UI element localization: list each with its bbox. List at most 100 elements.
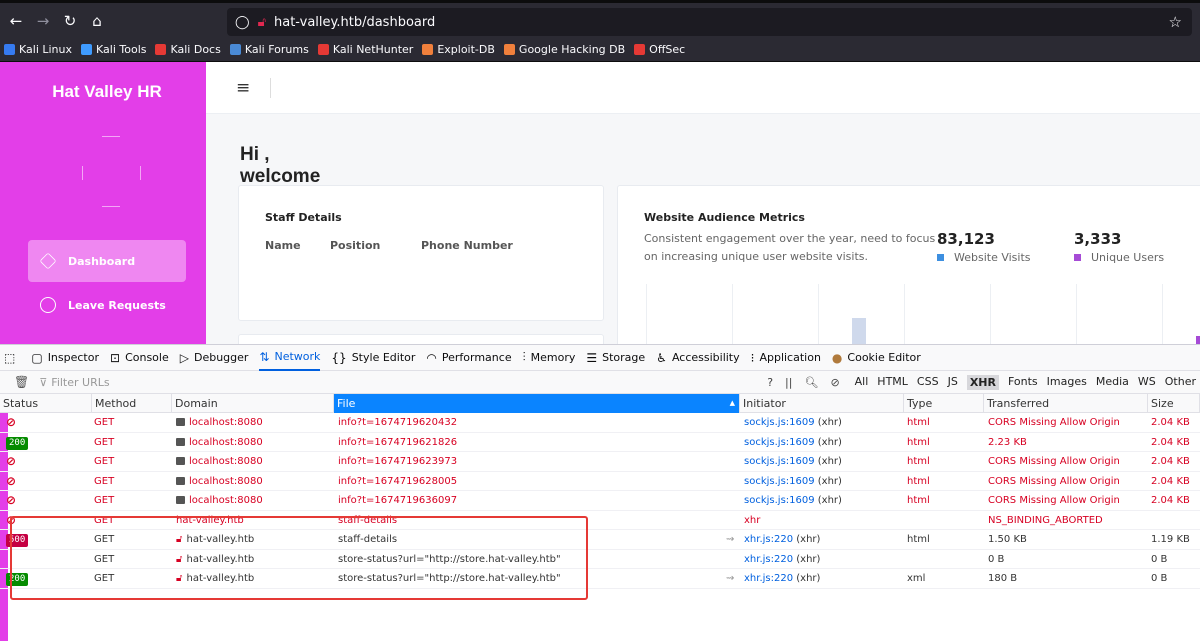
bookmark-star-icon[interactable]: ☆ bbox=[1169, 13, 1182, 31]
bookmark-item[interactable]: Kali Tools bbox=[81, 43, 146, 56]
tab-application[interactable]: ⁝ Application bbox=[751, 344, 821, 371]
blocked-icon: ⊘ bbox=[6, 415, 17, 429]
table-row[interactable]: ⊘ GET localhost:8080 info?t=1674719623973 so… bbox=[0, 452, 1200, 472]
tab-storage[interactable]: ☰ Storage bbox=[586, 344, 645, 371]
bookmark-item[interactable]: Kali Docs bbox=[155, 43, 221, 56]
element-picker-icon[interactable]: ⬚ bbox=[4, 344, 20, 371]
table-row[interactable]: ⊘ GET localhost:8080 info?t=1674719628005 so… bbox=[0, 472, 1200, 491]
cell-transferred: 1.50 KB bbox=[988, 530, 1146, 549]
type-text: html bbox=[907, 495, 930, 506]
shield-icon[interactable]: ◯ bbox=[235, 15, 250, 30]
bookmark-item[interactable]: OffSec bbox=[634, 43, 685, 56]
initiator-link[interactable]: xhr.js:220 bbox=[744, 573, 793, 584]
url-bar[interactable]: ◯ 🔓︎ hat-valley.htb/dashboard ☆ bbox=[227, 8, 1192, 36]
network-icon: ⇅ bbox=[259, 349, 270, 364]
filter-images[interactable]: Images bbox=[1047, 375, 1087, 390]
forward-arrow-icon[interactable]: → bbox=[32, 12, 54, 30]
chart-gridline bbox=[818, 284, 819, 344]
insecure-lock-icon[interactable]: 🔓︎ bbox=[258, 15, 266, 30]
pause-icon[interactable]: || bbox=[785, 376, 792, 389]
filter-urls-input[interactable]: Filter URLs bbox=[51, 376, 109, 389]
filter-ws[interactable]: WS bbox=[1138, 375, 1156, 390]
bookmark-favicon-icon bbox=[317, 44, 329, 55]
column-header-method[interactable]: Method bbox=[92, 394, 172, 413]
filter-fonts[interactable]: Fonts bbox=[1008, 375, 1038, 390]
tab-performance[interactable]: ◠ Performance bbox=[426, 344, 511, 371]
filter-html[interactable]: HTML bbox=[877, 375, 908, 390]
type-text: html bbox=[907, 475, 930, 487]
tab-label: Inspector bbox=[47, 351, 99, 364]
column-header-size[interactable]: Size bbox=[1148, 394, 1200, 413]
column-header-domain[interactable]: Domain bbox=[172, 394, 334, 413]
tab-inspector[interactable]: ▢ Inspector bbox=[31, 344, 99, 371]
chart-gridline bbox=[732, 284, 733, 344]
home-icon[interactable]: ⌂ bbox=[86, 12, 108, 30]
bookmark-item[interactable]: Exploit-DB bbox=[422, 43, 495, 56]
cell-method: GET bbox=[94, 452, 170, 471]
throttle-icon: ⇝ bbox=[726, 534, 735, 545]
table-row[interactable]: 200 GET localhost:8080 info?t=1674719621826… bbox=[0, 433, 1200, 452]
tab-cookie-editor[interactable]: ● Cookie Editor bbox=[832, 344, 921, 371]
table-row[interactable]: ⊘ GET localhost:8080 info?t=1674719636097 so… bbox=[0, 491, 1200, 511]
domain-text: localhost:8080 bbox=[189, 436, 263, 448]
column-header-transferred[interactable]: Transferred bbox=[984, 394, 1148, 413]
initiator-link[interactable]: sockjs.js:1609 bbox=[744, 495, 815, 506]
search-icon[interactable]: 🔍︎ bbox=[804, 376, 818, 389]
table-row[interactable]: ⊘ GET localhost:8080 info?t=1674719620432 so… bbox=[0, 413, 1200, 433]
unique-users-value: 3,333 bbox=[1074, 230, 1122, 248]
tab-accessibility[interactable]: ♿︎ Accessibility bbox=[656, 344, 739, 371]
bookmark-item[interactable]: Kali NetHunter bbox=[317, 43, 413, 56]
initiator-link[interactable]: sockjs.js:1609 bbox=[744, 476, 815, 487]
sidebar-item-dashboard[interactable]: Dashboard bbox=[28, 240, 186, 282]
url-text[interactable]: hat-valley.htb/dashboard bbox=[274, 15, 435, 30]
tab-network[interactable]: ⇅ Network bbox=[259, 344, 321, 371]
cell-type: html bbox=[907, 530, 983, 549]
column-header-file[interactable]: File ▲ bbox=[334, 394, 740, 413]
brand-title[interactable]: Hat Valley HR bbox=[8, 82, 206, 102]
cell-size: 0 B bbox=[1151, 550, 1199, 569]
column-header-status[interactable]: Status bbox=[0, 394, 92, 413]
tab-console[interactable]: ⊡ Console bbox=[110, 344, 169, 371]
status-badge: 200 bbox=[6, 436, 29, 450]
chart-bar bbox=[1196, 336, 1200, 344]
cell-initiator: xhr.js:220 (xhr) bbox=[744, 534, 821, 545]
reload-icon[interactable]: ↻ bbox=[59, 12, 81, 30]
cell-file: info?t=1674719636097 bbox=[338, 491, 718, 510]
tab-style-editor[interactable]: {} Style Editor bbox=[331, 344, 415, 371]
trash-icon[interactable]: 🗑︎ bbox=[14, 375, 29, 389]
filter-media[interactable]: Media bbox=[1096, 375, 1129, 390]
column-header-type[interactable]: Type bbox=[904, 394, 984, 413]
file-text: info?t=1674719620432 bbox=[338, 417, 458, 428]
bookmark-item[interactable]: Kali Forums bbox=[229, 43, 309, 56]
type-text: xml bbox=[907, 573, 926, 584]
filter-all[interactable]: All bbox=[855, 375, 869, 390]
tab-debugger[interactable]: ▷ Debugger bbox=[180, 344, 249, 371]
hamburger-menu-icon[interactable]: ≡ bbox=[236, 78, 250, 98]
initiator-link[interactable]: sockjs.js:1609 bbox=[744, 456, 815, 467]
sidebar-item-leave-requests[interactable]: Leave Requests bbox=[28, 284, 186, 326]
transferred-text: 0 B bbox=[988, 553, 1005, 565]
bookmark-item[interactable]: Kali Linux bbox=[4, 43, 72, 56]
initiator-link[interactable]: xhr.js:220 bbox=[744, 534, 793, 545]
cell-status: ⊘ bbox=[6, 491, 86, 510]
tab-label: Memory bbox=[530, 351, 576, 364]
block-icon[interactable]: ⊘ bbox=[830, 376, 839, 389]
initiator-link[interactable]: xhr.js:220 bbox=[744, 554, 793, 565]
filter-js[interactable]: JS bbox=[948, 375, 958, 390]
initiator-link[interactable]: sockjs.js:1609 bbox=[744, 417, 815, 428]
braces-icon: {} bbox=[331, 350, 347, 365]
type-text: html bbox=[907, 534, 930, 545]
column-header-initiator[interactable]: Initiator bbox=[740, 394, 904, 413]
filter-xhr[interactable]: XHR bbox=[966, 375, 999, 390]
filter-other[interactable]: Other bbox=[1165, 375, 1196, 390]
tab-label: Accessibility bbox=[671, 351, 740, 364]
back-arrow-icon[interactable]: ← bbox=[5, 12, 27, 30]
help-icon[interactable]: ? bbox=[767, 376, 773, 389]
filter-css[interactable]: CSS bbox=[917, 375, 939, 390]
transferred-text: CORS Missing Allow Origin bbox=[988, 475, 1120, 487]
bookmark-item[interactable]: Google Hacking DB bbox=[503, 43, 625, 56]
transferred-text: 2.23 KB bbox=[988, 436, 1027, 448]
blocked-icon: ⊘ bbox=[6, 454, 17, 468]
initiator-link[interactable]: sockjs.js:1609 bbox=[744, 437, 815, 448]
tab-memory[interactable]: ⫶ Memory bbox=[523, 344, 576, 371]
